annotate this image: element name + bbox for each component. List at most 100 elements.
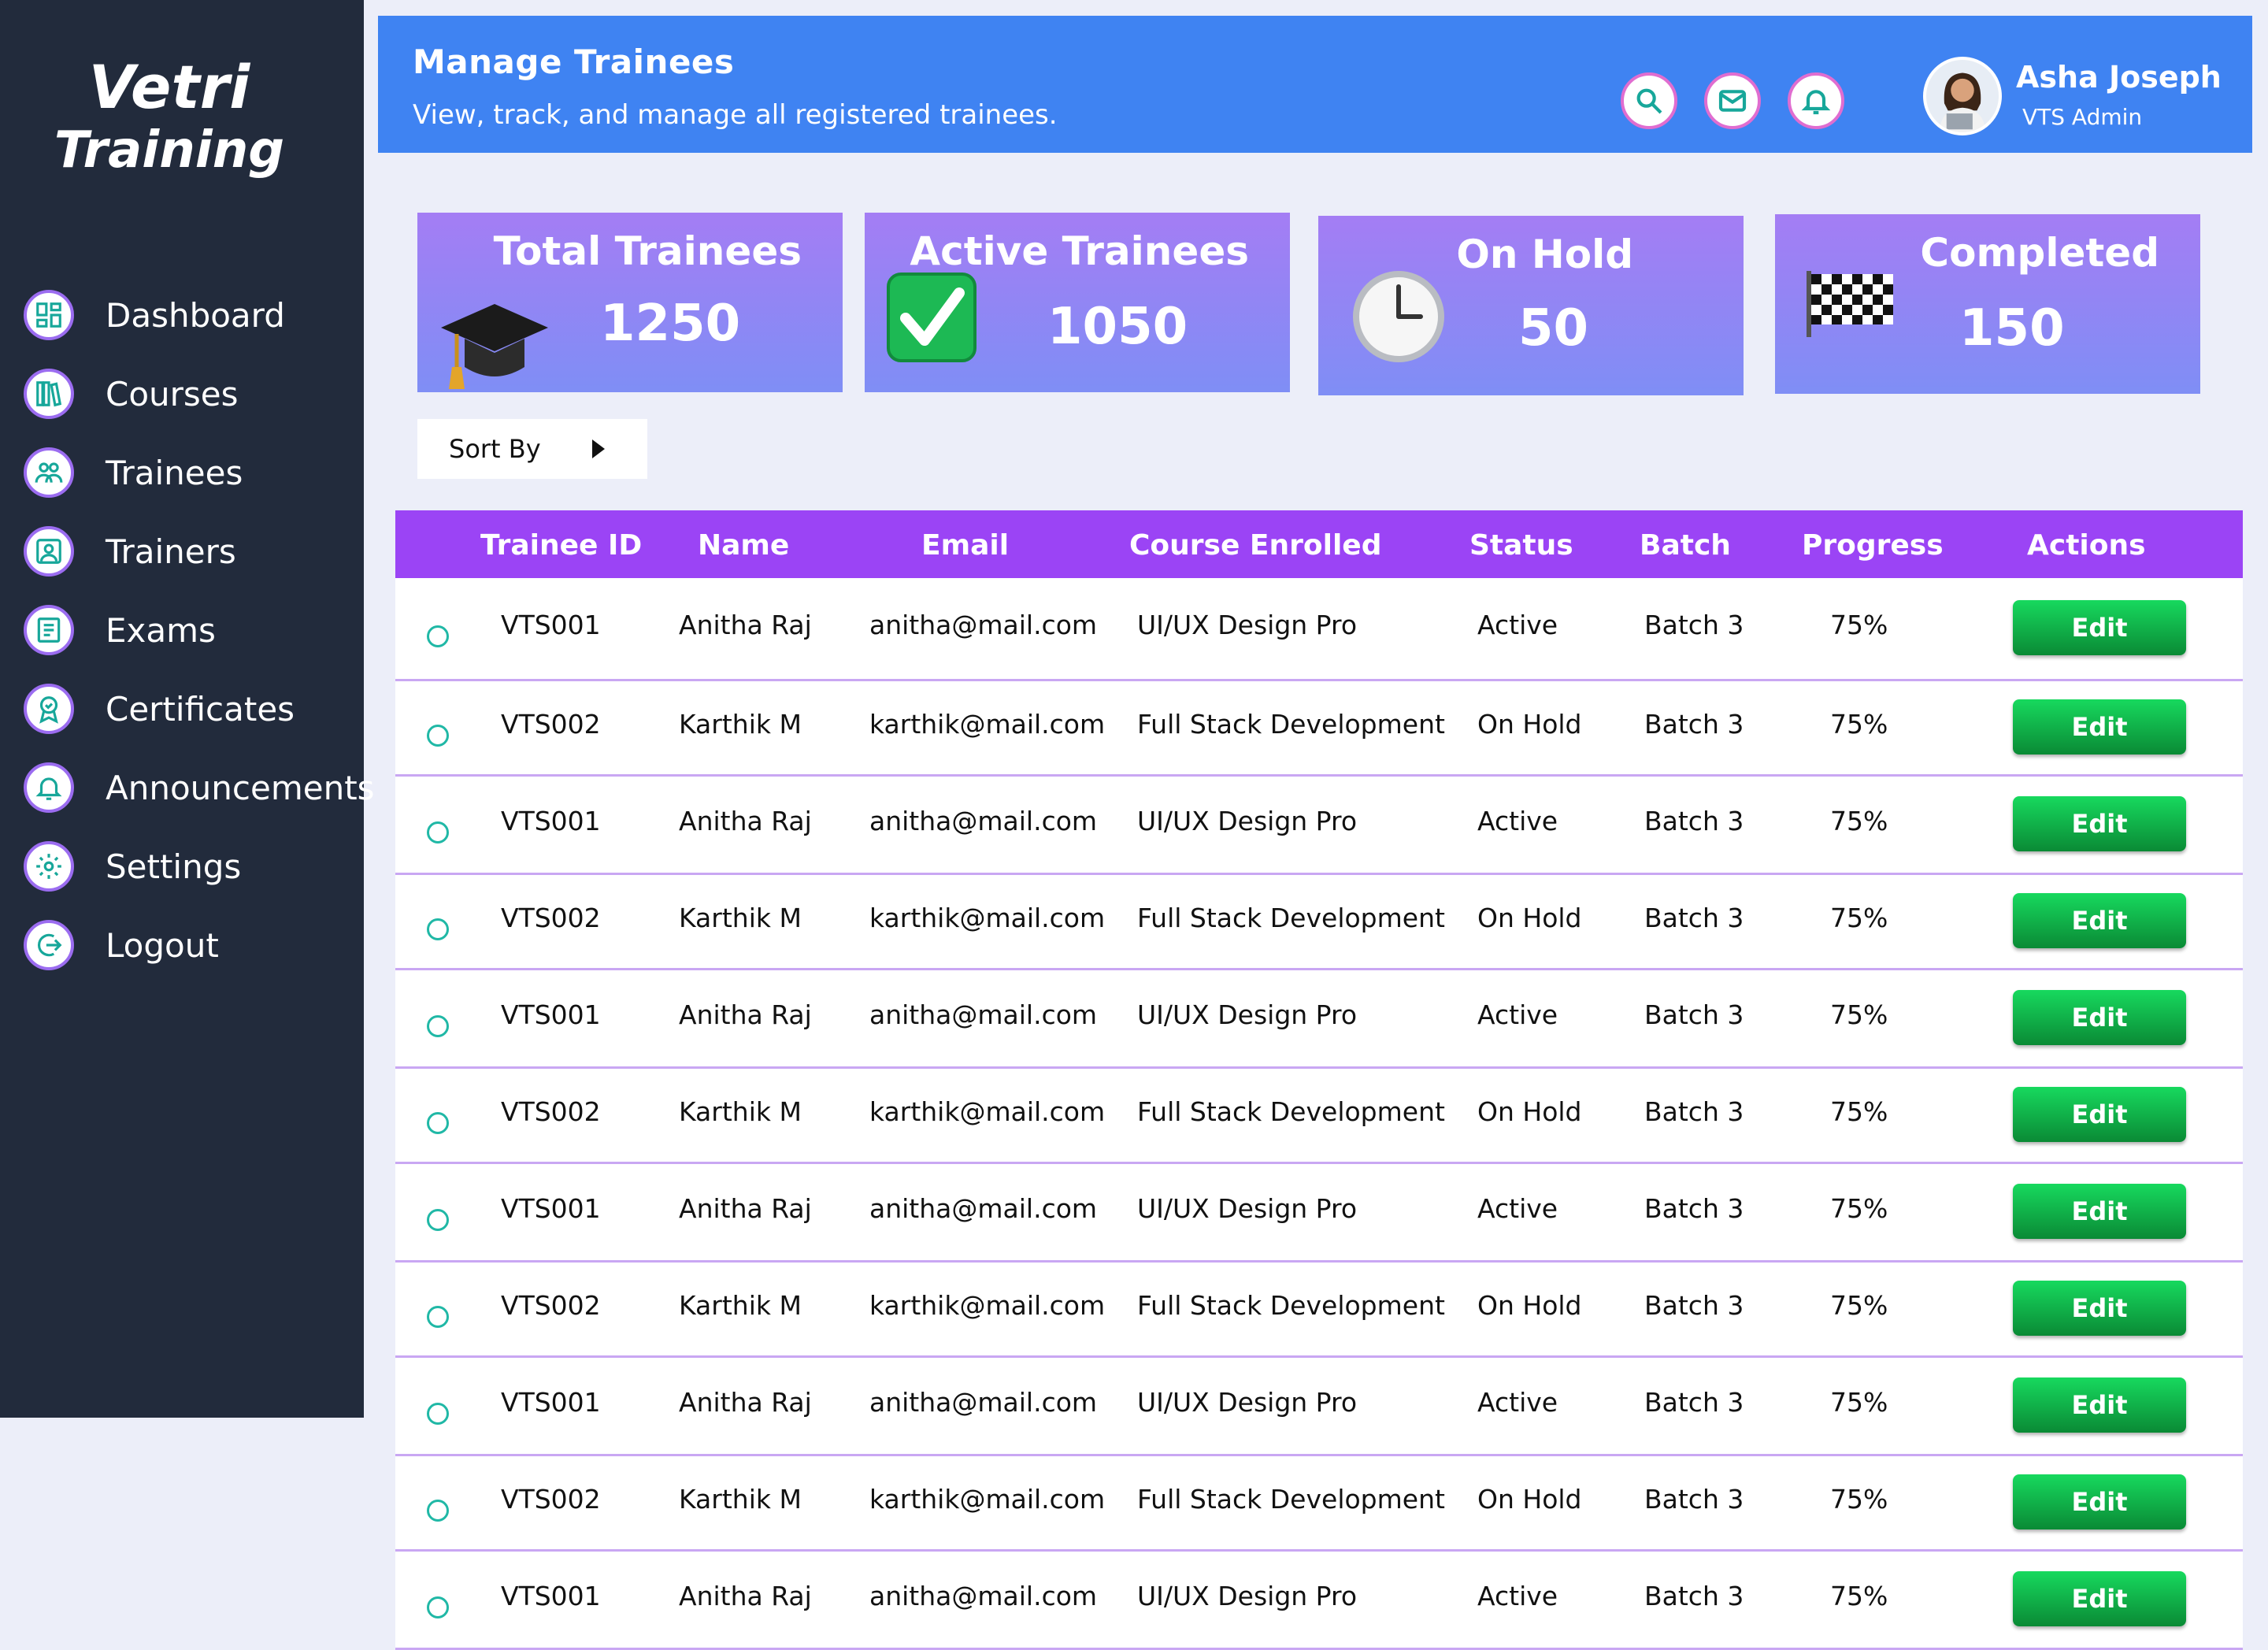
row-select-radio[interactable] xyxy=(427,1306,449,1328)
batch-cell: Batch 3 xyxy=(1644,1096,1744,1127)
row-select-radio[interactable] xyxy=(427,1015,449,1037)
column-header[interactable]: Progress xyxy=(1802,529,1944,562)
sidebar-item-dashboard[interactable]: Dashboard xyxy=(24,276,375,354)
sidebar-item-settings[interactable]: Settings xyxy=(24,827,375,906)
email-cell: karthik@mail.com xyxy=(869,1484,1106,1515)
trainee-id-cell: VTS002 xyxy=(501,1484,601,1515)
row-select-radio[interactable] xyxy=(427,1403,449,1425)
edit-button[interactable]: Edit xyxy=(2013,893,2186,948)
row-select-radio[interactable] xyxy=(427,1112,449,1134)
sidebar-item-label: Certificates xyxy=(106,689,295,729)
stat-card-completed: Completed 150 xyxy=(1775,214,2200,394)
logout-icon xyxy=(24,920,74,970)
row-select-radio[interactable] xyxy=(427,1209,449,1231)
email-cell: anitha@mail.com xyxy=(869,806,1098,836)
edit-button[interactable]: Edit xyxy=(2013,1184,2186,1239)
status-cell: Active xyxy=(1477,610,1558,640)
sort-by-dropdown[interactable]: Sort By xyxy=(417,419,647,479)
batch-cell: Batch 3 xyxy=(1644,709,1744,740)
status-cell: On Hold xyxy=(1477,903,1582,933)
progress-cell: 75% xyxy=(1830,999,1888,1030)
sort-by-label: Sort By xyxy=(449,434,541,464)
column-header[interactable]: Trainee ID xyxy=(480,529,642,562)
edit-button[interactable]: Edit xyxy=(2013,1571,2186,1626)
stat-value: 50 xyxy=(1518,299,1589,358)
name-cell: Karthik M xyxy=(679,709,802,740)
column-header[interactable]: Batch xyxy=(1640,529,1731,562)
row-select-radio[interactable] xyxy=(427,918,449,940)
edit-button[interactable]: Edit xyxy=(2013,1377,2186,1433)
graduation-cap-icon xyxy=(441,304,548,389)
edit-button[interactable]: Edit xyxy=(2013,1474,2186,1529)
stat-value: 150 xyxy=(1959,299,2065,358)
sidebar-item-exams[interactable]: Exams xyxy=(24,591,375,669)
email-cell: anitha@mail.com xyxy=(869,1387,1098,1418)
column-header[interactable]: Course Enrolled xyxy=(1129,529,1381,562)
email-cell: anitha@mail.com xyxy=(869,999,1098,1030)
status-cell: Active xyxy=(1477,1193,1558,1224)
edit-button[interactable]: Edit xyxy=(2013,796,2186,851)
edit-button[interactable]: Edit xyxy=(2013,600,2186,655)
gear-icon xyxy=(24,841,74,892)
row-select-radio[interactable] xyxy=(427,1596,449,1618)
column-header[interactable]: Actions xyxy=(2027,529,2146,562)
mail-icon xyxy=(1718,90,1747,112)
progress-cell: 75% xyxy=(1830,709,1888,740)
sidebar-item-label: Trainers xyxy=(106,532,236,571)
certificate-icon xyxy=(24,684,74,734)
progress-cell: 75% xyxy=(1830,1484,1888,1515)
column-header[interactable]: Name xyxy=(698,529,789,562)
trainee-id-cell: VTS002 xyxy=(501,709,601,740)
course-cell: Full Stack Development xyxy=(1137,1096,1445,1127)
stat-title: Completed xyxy=(1920,230,2159,276)
search-button[interactable] xyxy=(1621,72,1677,129)
table-header: Trainee ID Name Email Course Enrolled St… xyxy=(395,510,2243,578)
user-role: VTS Admin xyxy=(2022,104,2143,130)
progress-cell: 75% xyxy=(1830,1581,1888,1611)
batch-cell: Batch 3 xyxy=(1644,1387,1744,1418)
sidebar-item-label: Logout xyxy=(106,925,219,965)
course-cell: Full Stack Development xyxy=(1137,709,1445,740)
sidebar-item-announcements[interactable]: Announcements xyxy=(24,748,375,827)
course-cell: Full Stack Development xyxy=(1137,903,1445,933)
brand-line-2: Training xyxy=(54,121,285,180)
stat-card-on-hold: On Hold 50 xyxy=(1318,216,1744,395)
sidebar-item-courses[interactable]: Courses xyxy=(24,354,375,433)
name-cell: Karthik M xyxy=(679,1290,802,1321)
user-name: Asha Joseph xyxy=(2016,60,2222,95)
course-cell: UI/UX Design Pro xyxy=(1137,999,1358,1030)
edit-button[interactable]: Edit xyxy=(2013,699,2186,755)
search-icon xyxy=(1636,88,1662,114)
sidebar-item-label: Announcements xyxy=(106,768,375,807)
edit-button[interactable]: Edit xyxy=(2013,1087,2186,1142)
edit-button[interactable]: Edit xyxy=(2013,990,2186,1045)
table-row: VTS001 Anitha Raj anitha@mail.com UI/UX Des… xyxy=(395,578,2243,681)
row-select-radio[interactable] xyxy=(427,821,449,844)
messages-button[interactable] xyxy=(1704,72,1761,129)
avatar[interactable] xyxy=(1923,57,2002,135)
table-row: VTS002 Karthik M karthik@mail.com Full Stac… xyxy=(395,1456,2243,1552)
bell-icon xyxy=(1801,90,1831,115)
table-row: VTS002 Karthik M karthik@mail.com Full Stac… xyxy=(395,1263,2243,1358)
row-select-radio[interactable] xyxy=(427,1500,449,1522)
sidebar-item-certificates[interactable]: Certificates xyxy=(24,669,375,748)
edit-button[interactable]: Edit xyxy=(2013,1281,2186,1336)
caret-right-icon xyxy=(592,439,605,458)
sidebar-item-trainees[interactable]: Trainees xyxy=(24,433,375,512)
notifications-button[interactable] xyxy=(1788,72,1844,129)
row-select-radio[interactable] xyxy=(427,725,449,747)
sidebar-item-trainers[interactable]: Trainers xyxy=(24,512,375,591)
row-select-radio[interactable] xyxy=(427,625,449,647)
batch-cell: Batch 3 xyxy=(1644,903,1744,933)
brand-line-1: Vetri xyxy=(88,52,250,122)
column-header[interactable]: Email xyxy=(921,529,1009,562)
status-cell: Active xyxy=(1477,999,1558,1030)
brand-logo: Vetri Training xyxy=(0,54,339,180)
page-title: Manage Trainees xyxy=(413,43,735,81)
trainees-icon xyxy=(24,447,74,498)
name-cell: Anitha Raj xyxy=(679,1193,812,1224)
sidebar-item-logout[interactable]: Logout xyxy=(24,906,375,984)
sidebar-nav: Dashboard Courses Trainees Trainers Exam… xyxy=(24,276,375,984)
column-header[interactable]: Status xyxy=(1469,529,1573,562)
email-cell: anitha@mail.com xyxy=(869,1581,1098,1611)
